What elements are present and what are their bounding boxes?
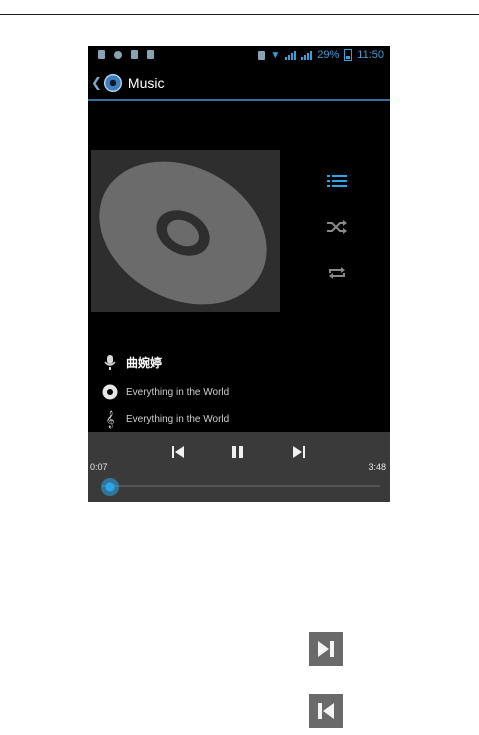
- previous-legend: [309, 694, 343, 728]
- artist-row: 曲婉婷: [102, 354, 162, 371]
- next-button[interactable]: [290, 444, 308, 460]
- page-top-rule: [0, 14, 479, 15]
- album-art: [91, 150, 280, 312]
- status-bar: ▼ 29% 11:50: [88, 46, 390, 68]
- signal-icon: [285, 50, 297, 60]
- action-bar[interactable]: ❮ Music: [88, 68, 390, 98]
- action-bar-divider: [88, 99, 390, 101]
- back-chevron-icon[interactable]: ❮: [91, 75, 102, 91]
- message-icon: [147, 50, 154, 59]
- music-app-icon[interactable]: [103, 74, 122, 92]
- song-name: Everything in the World: [126, 413, 230, 425]
- previous-icon: [318, 703, 334, 719]
- previous-icon: [172, 446, 184, 458]
- battery-percent: 29%: [317, 49, 340, 61]
- next-legend: [309, 632, 343, 666]
- next-icon: [293, 446, 305, 458]
- usb-icon: [98, 50, 105, 59]
- playlist-button[interactable]: [324, 170, 350, 192]
- status-left: [98, 50, 154, 59]
- pause-icon: [232, 446, 243, 458]
- app-title: Music: [127, 75, 165, 91]
- treble-clef-icon: 𝄞: [105, 410, 115, 428]
- vibrate-icon: [258, 50, 266, 60]
- album-disc-icon: [99, 161, 267, 305]
- shuffle-icon: [327, 220, 347, 234]
- phone-screen: ▼ 29% 11:50 ❮ Music 曲婉婷 Everything in th…: [88, 46, 390, 502]
- elapsed-time: 0:07: [90, 462, 108, 472]
- next-icon: [318, 641, 334, 657]
- playback-controls: 0:07 3:48: [88, 432, 390, 502]
- total-time: 3:48: [368, 462, 386, 472]
- notification-icon: [131, 50, 138, 59]
- wifi-icon: ▼: [270, 49, 281, 61]
- seek-bar[interactable]: [102, 485, 380, 487]
- status-right: ▼ 29% 11:50: [258, 49, 384, 61]
- previous-button[interactable]: [169, 444, 187, 460]
- signal-2-icon: [301, 50, 313, 60]
- album-icon: [102, 384, 118, 400]
- battery-icon: [344, 49, 353, 61]
- seek-thumb[interactable]: [101, 478, 120, 496]
- sync-icon: [114, 50, 122, 59]
- shuffle-button[interactable]: [324, 216, 350, 238]
- album-row: Everything in the World: [102, 384, 229, 400]
- song-row: 𝄞 Everything in the World: [102, 410, 230, 428]
- artist-name: 曲婉婷: [126, 356, 163, 370]
- repeat-button[interactable]: [324, 262, 350, 284]
- status-time: 11:50: [357, 49, 384, 61]
- microphone-icon: [102, 354, 118, 371]
- repeat-icon: [329, 267, 345, 279]
- pause-button[interactable]: [229, 444, 247, 460]
- playlist-icon: [327, 175, 347, 187]
- side-controls: [324, 170, 350, 308]
- album-name: Everything in the World: [126, 386, 230, 398]
